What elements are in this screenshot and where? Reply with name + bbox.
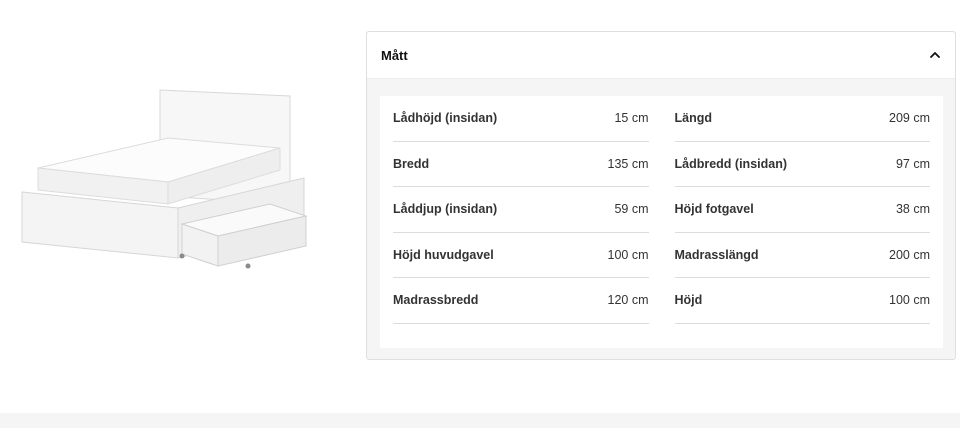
dimension-row: Madrasslängd 200 cm (674, 233, 930, 278)
dimension-label: Längd (674, 111, 713, 126)
dimension-row: Höjd 100 cm (674, 278, 930, 324)
dimension-label: Madrasslängd (674, 247, 759, 262)
dimension-label: Låddjup (insidan) (393, 202, 498, 217)
dimension-value: 120 cm (607, 293, 649, 308)
dimension-row: Höjd huvudgavel 100 cm (393, 233, 649, 278)
dimension-label: Höjd fotgavel (674, 202, 754, 217)
footer-band (0, 413, 960, 428)
dimensions-column-left: Lådhöjd (insidan) 15 cm Bredd 135 cm Låd… (393, 96, 649, 348)
chevron-up-icon[interactable] (929, 49, 941, 61)
dimension-value: 15 cm (614, 111, 649, 126)
dimension-value: 59 cm (614, 202, 649, 217)
bed-illustration (21, 89, 308, 269)
dimensions-table: Lådhöjd (insidan) 15 cm Bredd 135 cm Låd… (380, 96, 943, 348)
dimension-value: 97 cm (895, 156, 930, 171)
dimension-value: 38 cm (895, 202, 930, 217)
dimension-value: 100 cm (889, 293, 930, 308)
dimension-label: Lådbredd (insidan) (674, 156, 788, 171)
dimensions-accordion: Mått Lådhöjd (insidan) 15 cm Bredd 135 c… (366, 31, 956, 360)
dimension-label: Höjd (674, 293, 703, 308)
dimensions-column-right: Längd 209 cm Lådbredd (insidan) 97 cm Hö… (674, 96, 930, 348)
dimension-value: 209 cm (889, 111, 930, 126)
dimension-row: Lådhöjd (insidan) 15 cm (393, 96, 649, 142)
accordion-title: Mått (381, 47, 408, 63)
dimension-row: Längd 209 cm (674, 96, 930, 142)
dimension-label: Madrassbredd (393, 293, 479, 308)
dimension-row: Höjd fotgavel 38 cm (674, 187, 930, 233)
accordion-header[interactable]: Mått (367, 32, 955, 79)
dimension-value: 100 cm (607, 247, 649, 262)
dimension-row: Bredd 135 cm (393, 142, 649, 187)
dimension-row: Madrassbredd 120 cm (393, 278, 649, 324)
product-image (18, 86, 314, 272)
dimension-row: Lådbredd (insidan) 97 cm (674, 142, 930, 187)
dimension-label: Lådhöjd (insidan) (393, 111, 498, 126)
dimension-label: Bredd (393, 156, 430, 171)
dimension-value: 200 cm (889, 247, 930, 262)
dimension-row: Låddjup (insidan) 59 cm (393, 187, 649, 233)
dimension-value: 135 cm (607, 156, 649, 171)
dimension-label: Höjd huvudgavel (393, 247, 494, 262)
